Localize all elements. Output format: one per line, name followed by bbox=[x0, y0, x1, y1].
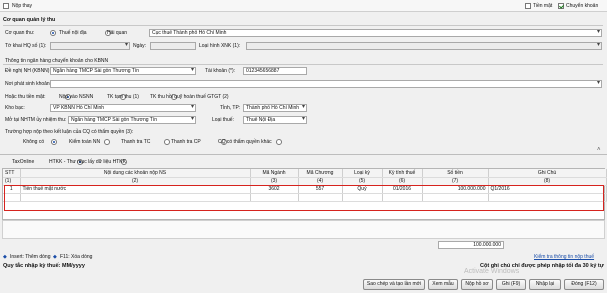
thanh-tra-cp-label: Thanh tra CP bbox=[171, 139, 201, 145]
de-nghi-select[interactable]: Ngân hàng TMCP Sài gòn Thương Tín bbox=[50, 67, 196, 75]
info-icon: ◆ bbox=[3, 254, 7, 260]
number-cell: (8) bbox=[488, 177, 607, 186]
chuyen-khoan-checkbox[interactable] bbox=[558, 3, 564, 9]
khong-co-radio[interactable] bbox=[50, 139, 57, 145]
tien-mat-checkbox[interactable] bbox=[525, 3, 531, 9]
nop-tien-label: Hoặc thu tiền mặt: bbox=[5, 94, 46, 100]
to-khai-select[interactable] bbox=[50, 42, 130, 50]
tinh-tp-select[interactable]: Thành phố Hồ Chí Minh bbox=[243, 104, 307, 112]
thue-noi-dia-radio[interactable] bbox=[50, 30, 56, 36]
cqql-title: Cơ quan quản lý thu bbox=[3, 17, 56, 23]
number-cell: (1) bbox=[3, 177, 21, 186]
header-cell: Mã Chương bbox=[298, 169, 343, 178]
khong-co-label: Không có bbox=[23, 139, 45, 145]
nop-thay-checkbox[interactable] bbox=[3, 3, 9, 9]
nhap-lai-button[interactable]: Nhập lại bbox=[529, 279, 561, 290]
loai-hinh-label: Loại hình XNK (1): bbox=[199, 43, 241, 49]
total-value: 100.000.000 bbox=[473, 242, 501, 248]
number-cell: (5) bbox=[342, 177, 383, 186]
hai-quan-label: Hải quan bbox=[107, 30, 128, 36]
top-toolbar bbox=[0, 0, 607, 12]
nop-thay-label: Nộp thay bbox=[12, 3, 33, 9]
loai-thue-value: Thuế Nội Địa bbox=[246, 117, 276, 123]
tai-khoan-value: 012345656887 bbox=[246, 68, 280, 74]
de-nghi-label: Đề nghị NH (KBNN): bbox=[5, 68, 51, 74]
divider bbox=[3, 25, 603, 26]
tinh-tp-value: Thành phố Hồ Chí Minh bbox=[246, 105, 300, 111]
f11-hint: F11: Xóa dòng bbox=[60, 254, 93, 260]
tai-khoan-label: Tài khoản (*): bbox=[205, 68, 236, 74]
collapse-chevron-icon[interactable]: ˄ bbox=[597, 147, 601, 153]
loai-thue-select[interactable]: Thuế Nội Địa bbox=[243, 116, 307, 124]
loai-thue-label: Loại thuế: bbox=[212, 117, 234, 123]
table-number-row: (1) (2) (3) (4) (5) (6) (7) (8) bbox=[3, 177, 607, 186]
noi-phat-sinh-select[interactable] bbox=[50, 80, 602, 88]
number-cell: (6) bbox=[382, 177, 423, 186]
highlight-box bbox=[4, 185, 604, 211]
tk-thu-hoi-label: TK thu hồi quỹ hoàn thuế GTGT (2) bbox=[150, 94, 229, 100]
tien-mat-label: Tiền mặt bbox=[533, 3, 553, 9]
thanh-tra-tc-label: Thanh tra TC bbox=[121, 139, 151, 145]
tai-khoan-field[interactable]: 012345656887 bbox=[243, 67, 307, 75]
quy-tac-text: Quy tắc nhập kỳ thuế: MM/yyyy bbox=[3, 263, 85, 269]
ngay-label: Ngày: bbox=[133, 43, 147, 49]
info-icon: ◆ bbox=[53, 254, 57, 260]
header-cell: Kỳ tính thuế bbox=[382, 169, 423, 178]
mo-tai-label: Mở tại NHTM ủy nhiệm thu: bbox=[5, 117, 67, 123]
number-cell: (3) bbox=[250, 177, 299, 186]
number-cell: (2) bbox=[20, 177, 251, 186]
kho-bac-value: VP KBNN Hồ Chí Minh bbox=[53, 105, 105, 111]
dong-button[interactable]: Đóng (F12) bbox=[564, 279, 604, 290]
chuyen-khoan-label: Chuyển khoản bbox=[566, 3, 599, 9]
header-cell: Ghi Chú bbox=[488, 169, 607, 178]
xem-mau-button[interactable]: Xem mẫu bbox=[428, 279, 458, 290]
kho-bac-label: Kho bạc: bbox=[5, 105, 25, 111]
loai-hinh-select[interactable] bbox=[246, 42, 602, 50]
watermark-text: Activate Windows bbox=[464, 268, 520, 275]
divider bbox=[3, 64, 603, 65]
thue-noi-dia-label: Thuế nội địa bbox=[59, 30, 87, 36]
insert-hint: Insert: Thêm dòng bbox=[10, 254, 51, 260]
co-quan-thu-label: Cơ quan thu: bbox=[5, 30, 35, 36]
total-field: 100.000.000 bbox=[438, 241, 504, 249]
tk-tam-thu-label: TK tạm thu (1) bbox=[107, 94, 139, 100]
grid-blank-area bbox=[2, 220, 605, 239]
kiem-toan-label: Kiểm toán NN bbox=[69, 139, 101, 145]
mo-tai-value: Ngân hàng TMCP Sài gòn Thương Tín bbox=[71, 117, 158, 123]
kho-bac-select[interactable]: VP KBNN Hồ Chí Minh bbox=[50, 104, 196, 112]
number-cell: (7) bbox=[422, 177, 489, 186]
tinh-tp-label: Tỉnh, TP: bbox=[220, 105, 241, 111]
table-header-row: STT Nội dung các khoản nộp NS Mã Ngành M… bbox=[3, 169, 607, 178]
header-cell: Nội dung các khoản nộp NS bbox=[20, 169, 251, 178]
nop-vao-nsnn-label: Nộp vào NSNN bbox=[59, 94, 94, 100]
header-cell: Loại kỳ bbox=[342, 169, 383, 178]
co-quan-thu-select[interactable]: Cục thuế Thành phố Hồ Chí Minh bbox=[149, 29, 602, 37]
sao-chep-button[interactable]: Sao chép và tạo lần mới bbox=[363, 279, 425, 290]
co-quan-thu-value: Cục thuế Thành phố Hồ Chí Minh bbox=[152, 30, 227, 36]
header-cell: Mã Ngành bbox=[250, 169, 299, 178]
header-cell: STT bbox=[3, 169, 21, 178]
cq-khac-radio[interactable] bbox=[275, 139, 282, 145]
thanh-tra-tc-radio[interactable] bbox=[163, 139, 170, 145]
tax-online-label: TaxOnline bbox=[12, 159, 35, 165]
de-nghi-value: Ngân hàng TMCP Sài gòn Thương Tín bbox=[53, 68, 140, 74]
mo-tai-select[interactable]: Ngân hàng TMCP Sài gòn Thương Tín bbox=[68, 116, 196, 124]
ghi-button[interactable]: Ghi (F9) bbox=[496, 279, 526, 290]
number-cell: (4) bbox=[298, 177, 343, 186]
truong-hop-label: Trường hợp nộp theo kết luận của CQ có t… bbox=[5, 129, 134, 135]
divider bbox=[0, 154, 607, 155]
to-khai-label: Tờ khai HQ số (1): bbox=[5, 43, 47, 49]
nop-ho-so-button[interactable]: Nộp hồ sơ bbox=[461, 279, 493, 290]
ngay-field[interactable] bbox=[150, 42, 196, 50]
header-cell: Số tiền bbox=[422, 169, 489, 178]
kiem-tra-link[interactable]: Kiểm tra thông tin nộp thuế bbox=[534, 254, 594, 260]
cq-khac-label: CQ có thẩm quyền khác bbox=[218, 139, 272, 145]
kiem-toan-radio[interactable] bbox=[104, 139, 111, 145]
htkk-label: HTKK - Thư mục lấy dữ liệu HTKK bbox=[49, 159, 126, 165]
